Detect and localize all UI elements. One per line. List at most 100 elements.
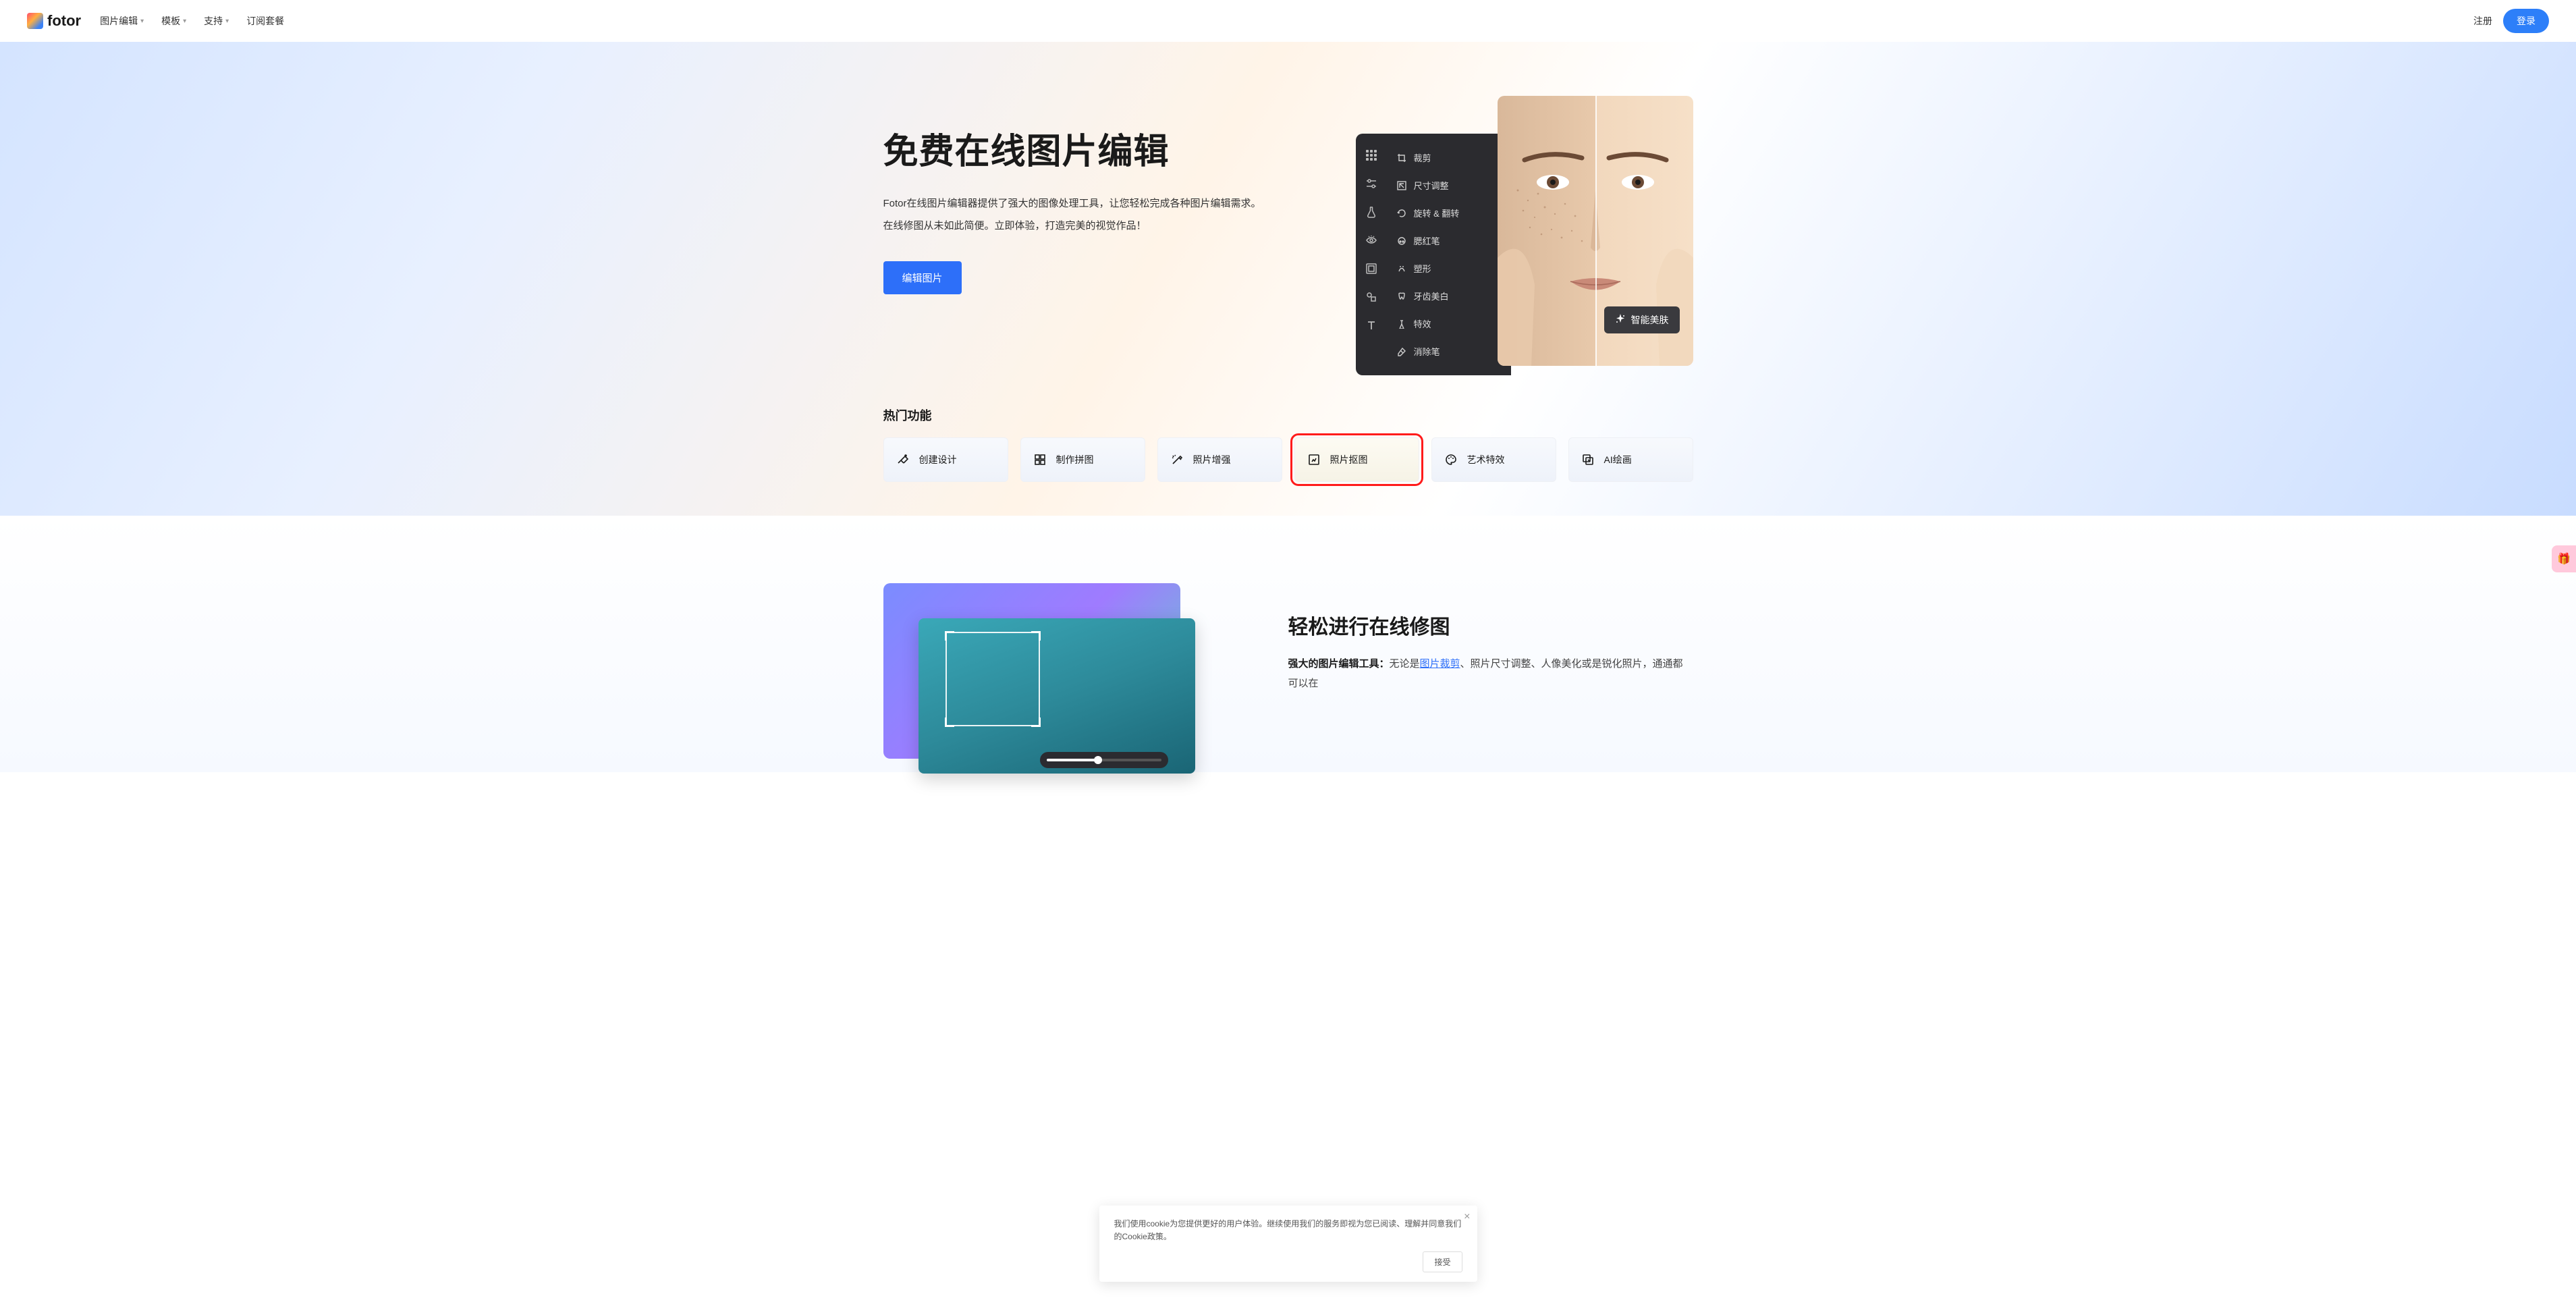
flask-icon[interactable] [1365, 205, 1378, 219]
menu-label: 裁剪 [1414, 151, 1431, 164]
enhance-icon [1170, 453, 1184, 466]
sparkle-icon [1615, 314, 1626, 327]
menu-crop[interactable]: 裁剪 [1390, 146, 1503, 169]
smart-skin-badge[interactable]: 智能美肤 [1604, 306, 1680, 333]
desc-bold: 强大的图片编辑工具： [1288, 658, 1390, 670]
signup-link[interactable]: 注册 [2473, 14, 2492, 28]
nav-label: 订阅套餐 [246, 14, 284, 28]
crop-icon [1396, 153, 1407, 163]
shapes-icon[interactable] [1365, 290, 1378, 304]
hero-description: Fotor在线图片编辑器提供了强大的图像处理工具，让您轻松完成各种图片编辑需求。… [883, 192, 1275, 237]
feature-label: 艺术特效 [1467, 453, 1505, 466]
crop-handle-icon [1031, 631, 1041, 641]
text-icon[interactable] [1365, 319, 1378, 332]
editor-menu: 裁剪 尺寸调整 旋转 & 翻转 腮红笔 [1387, 143, 1511, 366]
lower-section: 轻松进行在线修图 强大的图片编辑工具：无论是图片裁剪、照片尺寸调整、人像美化或是… [0, 516, 2576, 772]
nav-label: 模板 [161, 14, 180, 28]
erase-icon [1396, 346, 1407, 357]
hero-title: 免费在线图片编辑 [883, 123, 1275, 173]
cookie-banner: × 我们使用cookie为您提供更好的用户体验。继续使用我们的服务即视为您已阅读… [1099, 1206, 1477, 1282]
nav-photo-edit[interactable]: 图片编辑 ▾ [100, 14, 144, 28]
resize-icon [1396, 180, 1407, 191]
menu-rotate[interactable]: 旋转 & 翻转 [1390, 201, 1503, 225]
hero-section: 免费在线图片编辑 Fotor在线图片编辑器提供了强大的图像处理工具，让您轻松完成… [0, 42, 2576, 516]
design-icon [896, 453, 910, 466]
reshape-icon [1396, 263, 1407, 274]
apps-icon[interactable] [1365, 148, 1378, 162]
hero-text: 免费在线图片编辑 Fotor在线图片编辑器提供了强大的图像处理工具，让您轻松完成… [883, 96, 1275, 294]
badge-label: 智能美肤 [1631, 313, 1669, 327]
comparison-divider [1595, 96, 1597, 366]
editor-iconbar [1356, 143, 1387, 366]
edit-image-button[interactable]: 编辑图片 [883, 261, 962, 294]
hero-inner: 免费在线图片编辑 Fotor在线图片编辑器提供了强大的图像处理工具，让您轻松完成… [856, 42, 1720, 393]
face-comparison-image: 智能美肤 [1498, 96, 1693, 366]
login-button[interactable]: 登录 [2503, 9, 2549, 33]
cutout-icon [1307, 453, 1321, 466]
logo-icon [27, 13, 43, 29]
menu-label: 腮红笔 [1414, 234, 1440, 247]
feature-art-effect[interactable]: 艺术特效 [1431, 437, 1556, 482]
nav-label: 图片编辑 [100, 14, 138, 28]
menu-label: 牙齿美白 [1414, 290, 1449, 302]
main-nav: 图片编辑 ▾ 模板 ▾ 支持 ▾ 订阅套餐 [100, 14, 284, 28]
rotate-icon [1396, 208, 1407, 219]
menu-resize[interactable]: 尺寸调整 [1390, 173, 1503, 197]
menu-effects[interactable]: 特效 [1390, 312, 1503, 335]
feature-label: 创建设计 [919, 453, 957, 466]
frame-icon[interactable] [1365, 262, 1378, 275]
crop-link[interactable]: 图片裁剪 [1420, 658, 1460, 670]
menu-blush[interactable]: 腮红笔 [1390, 229, 1503, 252]
feature-collage[interactable]: 制作拼图 [1020, 437, 1145, 482]
close-button[interactable]: × [1464, 1211, 1470, 1223]
lower-inner: 轻松进行在线修图 强大的图片编辑工具：无论是图片裁剪、照片尺寸调整、人像美化或是… [856, 583, 1720, 772]
popular-title: 热门功能 [883, 406, 1693, 424]
desc-text: 无论是 [1390, 658, 1420, 670]
art-icon [1444, 453, 1458, 466]
crop-frame [946, 632, 1040, 726]
gift-icon: 🎁 [2557, 553, 2571, 565]
menu-label: 旋转 & 翻转 [1414, 207, 1460, 219]
crop-handle-icon [945, 718, 954, 727]
header-left: fotor 图片编辑 ▾ 模板 ▾ 支持 ▾ 订阅套餐 [27, 12, 284, 30]
nav-label: 支持 [204, 14, 223, 28]
menu-label: 塑形 [1414, 262, 1431, 275]
feature-enhance[interactable]: 照片增强 [1157, 437, 1282, 482]
slider-fill [1047, 759, 1099, 761]
cookie-text: 我们使用cookie为您提供更好的用户体验。继续使用我们的服务即视为您已阅读、理… [1114, 1218, 1462, 1243]
feature-label: AI绘画 [1604, 453, 1632, 466]
menu-reshape[interactable]: 塑形 [1390, 256, 1503, 280]
editor-panel: 裁剪 尺寸调整 旋转 & 翻转 腮红笔 [1356, 134, 1511, 375]
crop-handle-icon [945, 631, 954, 641]
feature-label: 照片抠图 [1330, 453, 1368, 466]
crop-handle-icon [1031, 718, 1041, 727]
slider-track [1047, 759, 1161, 761]
eye-icon[interactable] [1365, 234, 1378, 247]
lower-title: 轻松进行在线修图 [1288, 610, 1693, 640]
chevron-down-icon: ▾ [140, 18, 144, 25]
teeth-icon [1396, 291, 1407, 302]
feature-cutout[interactable]: 照片抠图 [1294, 437, 1419, 482]
collage-icon [1033, 453, 1047, 466]
promo-float-tab[interactable]: 🎁 [2552, 545, 2576, 572]
menu-label: 尺寸调整 [1414, 179, 1449, 192]
adjust-icon[interactable] [1365, 177, 1378, 190]
nav-support[interactable]: 支持 ▾ [204, 14, 229, 28]
nav-subscribe[interactable]: 订阅套餐 [246, 14, 284, 28]
blush-icon [1396, 236, 1407, 246]
feature-label: 制作拼图 [1056, 453, 1094, 466]
feature-ai-paint[interactable]: AI绘画 [1568, 437, 1693, 482]
menu-erase[interactable]: 消除笔 [1390, 340, 1503, 363]
chevron-down-icon: ▾ [183, 18, 186, 25]
nav-template[interactable]: 模板 ▾ [161, 14, 186, 28]
accept-button[interactable]: 接受 [1423, 1251, 1462, 1272]
chevron-down-icon: ▾ [225, 18, 229, 25]
hero-mockup: 裁剪 尺寸调整 旋转 & 翻转 腮红笔 [1356, 96, 1693, 366]
feature-create-design[interactable]: 创建设计 [883, 437, 1008, 482]
sample-image [919, 618, 1195, 774]
lower-description: 强大的图片编辑工具：无论是图片裁剪、照片尺寸调整、人像美化或是锐化照片，通通都可… [1288, 655, 1693, 693]
menu-label: 消除笔 [1414, 345, 1440, 358]
cookie-actions: 接受 [1114, 1251, 1462, 1272]
logo[interactable]: fotor [27, 12, 81, 30]
menu-teeth[interactable]: 牙齿美白 [1390, 284, 1503, 308]
